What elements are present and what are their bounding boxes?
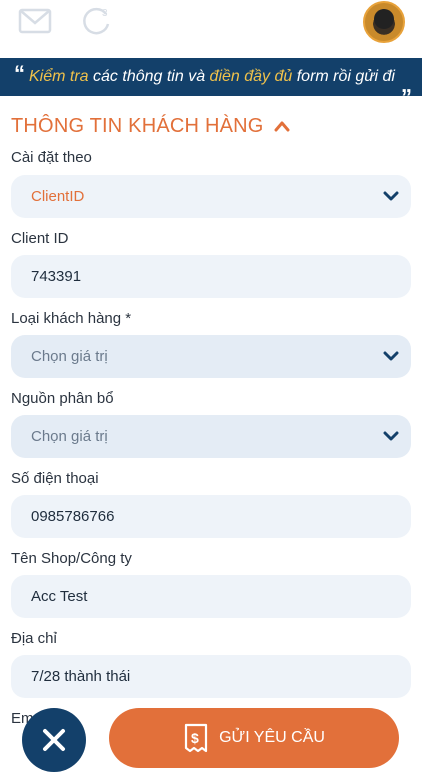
customer-type-label: Loại khách hàng * — [11, 310, 132, 327]
section-title: THÔNG TIN KHÁCH HÀNG — [11, 114, 264, 137]
mail-icon[interactable] — [18, 8, 52, 34]
source-select[interactable]: Chọn giá trị — [11, 415, 411, 458]
customer-type-select[interactable]: Chọn giá trị — [11, 335, 411, 378]
client-id-input[interactable]: 743391 — [11, 255, 411, 298]
submit-request-button[interactable]: $ GỬI YÊU CẦU — [109, 708, 399, 768]
address-value: 7/28 thành thái — [31, 668, 131, 685]
source-label: Nguồn phân bổ — [11, 390, 114, 407]
instruction-banner: “ Kiểm tra các thông tin và điền đầy đủ … — [0, 58, 422, 97]
shop-label: Tên Shop/Công ty — [11, 550, 132, 567]
avatar[interactable] — [363, 1, 405, 43]
close-button[interactable] — [22, 708, 86, 772]
shop-input[interactable]: Acc Test — [11, 575, 411, 618]
submit-label: GỬI YÊU CẦU — [219, 729, 325, 746]
banner-highlight-check: Kiểm tra — [29, 68, 89, 85]
banner-text-2: form rồi gửi đi — [292, 68, 395, 85]
address-input[interactable]: 7/28 thành thái — [11, 655, 411, 698]
section-toggle-customer-info[interactable]: THÔNG TIN KHÁCH HÀNG — [11, 113, 290, 139]
address-label: Địa chỉ — [11, 630, 57, 647]
client-id-label: Client ID — [11, 230, 69, 247]
banner-highlight-fill: điền đầy đủ — [209, 68, 293, 85]
refresh-icon[interactable]: 3 — [80, 4, 114, 38]
setting-value: ClientID — [31, 188, 85, 205]
client-id-value: 743391 — [31, 268, 82, 285]
receipt-dollar-icon: $ — [184, 723, 208, 753]
chevron-down-icon — [383, 431, 399, 441]
source-value: Chọn giá trị — [31, 428, 108, 445]
close-icon — [43, 729, 65, 751]
phone-label: Số điện thoại — [11, 470, 99, 487]
shop-value: Acc Test — [31, 588, 88, 605]
setting-select[interactable]: ClientID — [11, 175, 411, 218]
top-bar: 3 — [0, 0, 422, 56]
banner-text-1: các thông tin và — [88, 68, 210, 85]
chevron-down-icon — [383, 351, 399, 361]
customer-type-value: Chọn giá trị — [31, 348, 108, 365]
phone-input[interactable]: 0985786766 — [11, 495, 411, 538]
svg-text:3: 3 — [102, 8, 108, 19]
chevron-up-icon — [274, 121, 290, 132]
phone-value: 0985786766 — [31, 508, 115, 525]
svg-text:$: $ — [191, 730, 199, 746]
quote-close: „ — [401, 72, 412, 97]
setting-label: Cài đặt theo — [11, 149, 92, 166]
chevron-down-icon — [383, 191, 399, 201]
quote-open: “ — [14, 61, 25, 86]
